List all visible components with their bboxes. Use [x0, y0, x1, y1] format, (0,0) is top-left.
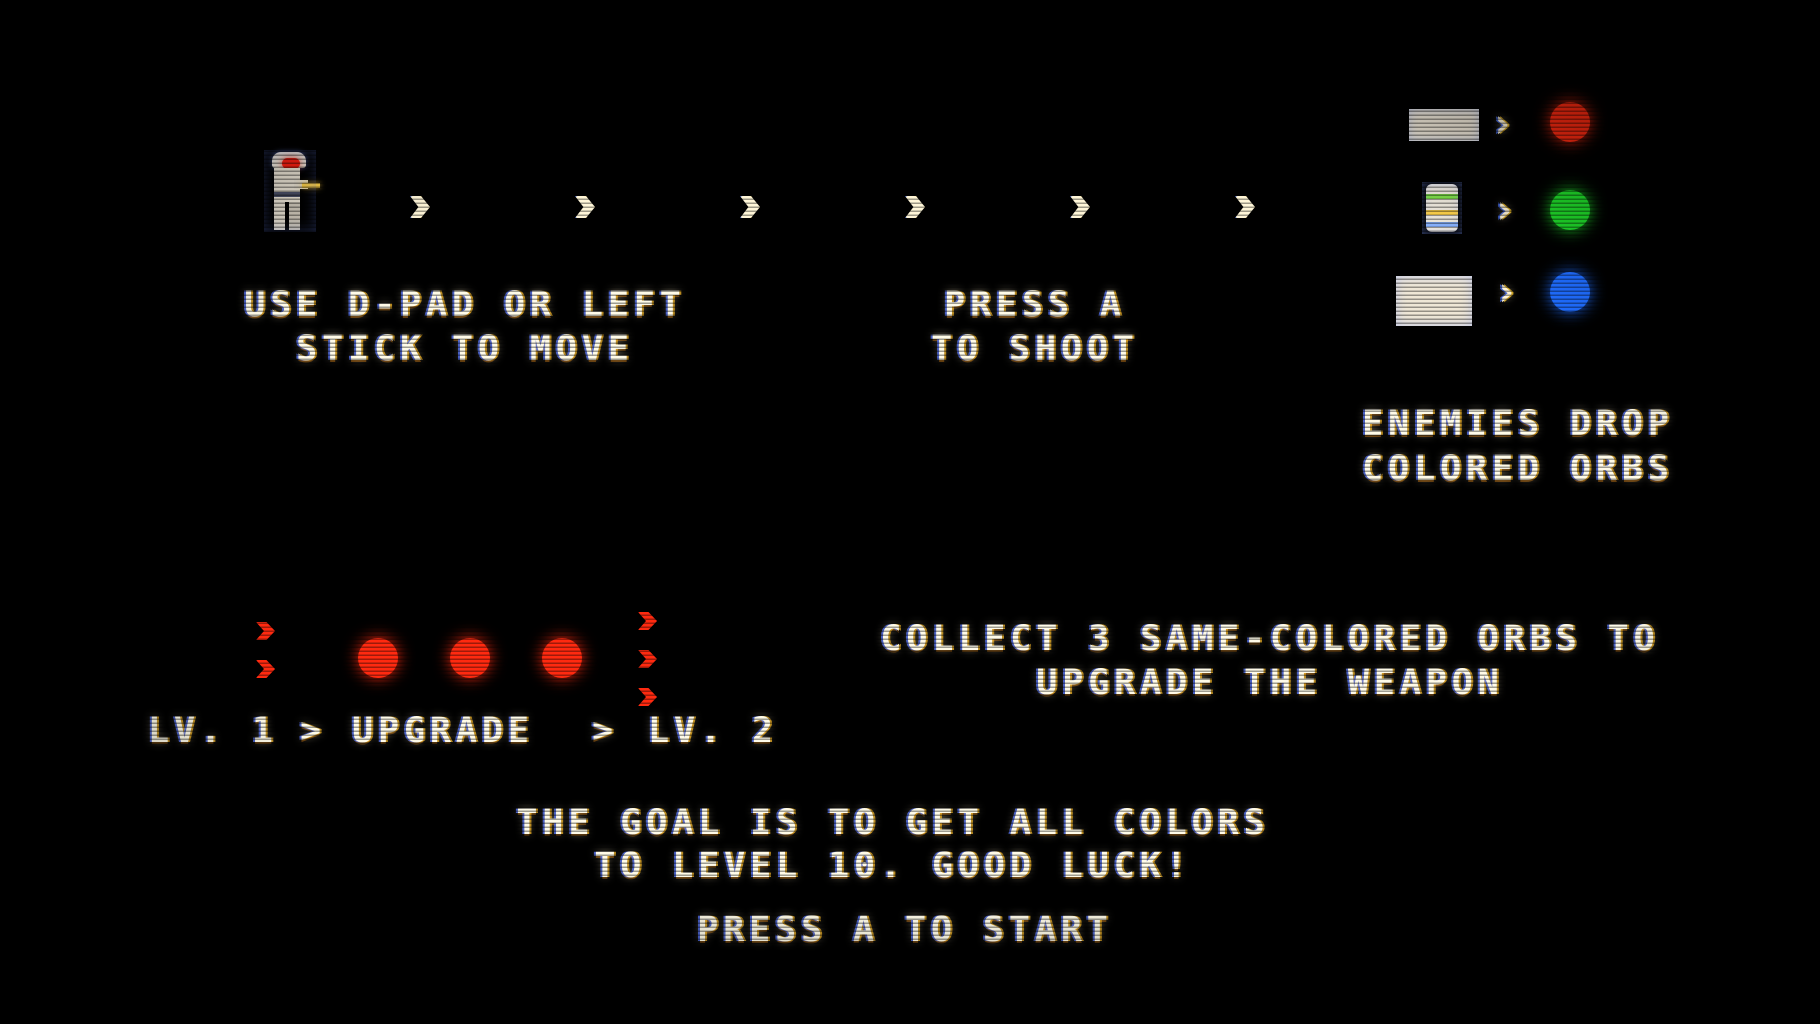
legend-arrow-icon-1: › — [1490, 101, 1515, 147]
red-orb-icon — [1550, 102, 1590, 142]
upgrade-arrow-2: > — [592, 711, 618, 751]
demo-bullet — [1070, 196, 1090, 218]
weapon-bullet-after — [638, 688, 657, 706]
upgrade-arrow-1: > — [300, 711, 326, 751]
game-tutorial-screen: USE D-PAD OR LEFT STICK TO MOVE PRESS A … — [0, 0, 1820, 1024]
demo-bullet — [1235, 196, 1255, 218]
press-a-to-start-prompt[interactable]: PRESS A TO START — [697, 913, 1113, 948]
demo-bullet — [740, 196, 760, 218]
green-orb-icon — [1550, 190, 1590, 230]
bat-glow — [1409, 109, 1479, 141]
goal-line-2: TO LEVEL 10. GOOD LUCK! — [594, 846, 1192, 886]
demo-bullet — [410, 196, 430, 218]
move-instruction-line-1: USE D-PAD OR LEFT — [244, 285, 686, 325]
upgrade-level-from: LV. 1 — [148, 711, 278, 751]
upgrade-level-to: LV. 2 — [648, 711, 778, 751]
collected-orb — [542, 638, 582, 678]
blue-orb-icon — [1550, 272, 1590, 312]
collected-orb — [358, 638, 398, 678]
weapon-bullet-after — [638, 612, 657, 630]
spider-enemy-icon — [1396, 276, 1472, 326]
player-glow — [264, 150, 316, 232]
weapon-bullet-before — [256, 660, 275, 678]
move-instruction-line-2: STICK TO MOVE — [296, 329, 634, 369]
upgrade-instruction-line-2: UPGRADE THE WEAPON — [1036, 663, 1504, 703]
weapon-bullet-after — [638, 650, 657, 668]
bat-enemy-icon — [1409, 109, 1479, 141]
shoot-instruction-line-2: TO SHOOT — [931, 329, 1139, 369]
shoot-instruction-line-1: PRESS A — [944, 285, 1126, 325]
collected-orb — [450, 638, 490, 678]
canister-glow — [1422, 182, 1462, 234]
canister-enemy-icon — [1422, 182, 1462, 234]
weapon-bullet-before — [256, 622, 275, 640]
demo-bullet — [575, 196, 595, 218]
upgrade-action-label: UPGRADE — [352, 711, 534, 751]
spider-glow — [1396, 276, 1472, 326]
player-sprite — [262, 150, 320, 232]
goal-line-1: THE GOAL IS TO GET ALL COLORS — [516, 803, 1270, 843]
legend-arrow-icon-3: › — [1494, 269, 1519, 315]
demo-bullet — [905, 196, 925, 218]
upgrade-instruction-line-1: COLLECT 3 SAME-COLORED ORBS TO — [880, 619, 1660, 659]
legend-caption-line-2: COLORED ORBS — [1362, 449, 1674, 489]
legend-caption-line-1: ENEMIES DROP — [1362, 404, 1674, 444]
legend-arrow-icon-2: › — [1492, 187, 1517, 233]
